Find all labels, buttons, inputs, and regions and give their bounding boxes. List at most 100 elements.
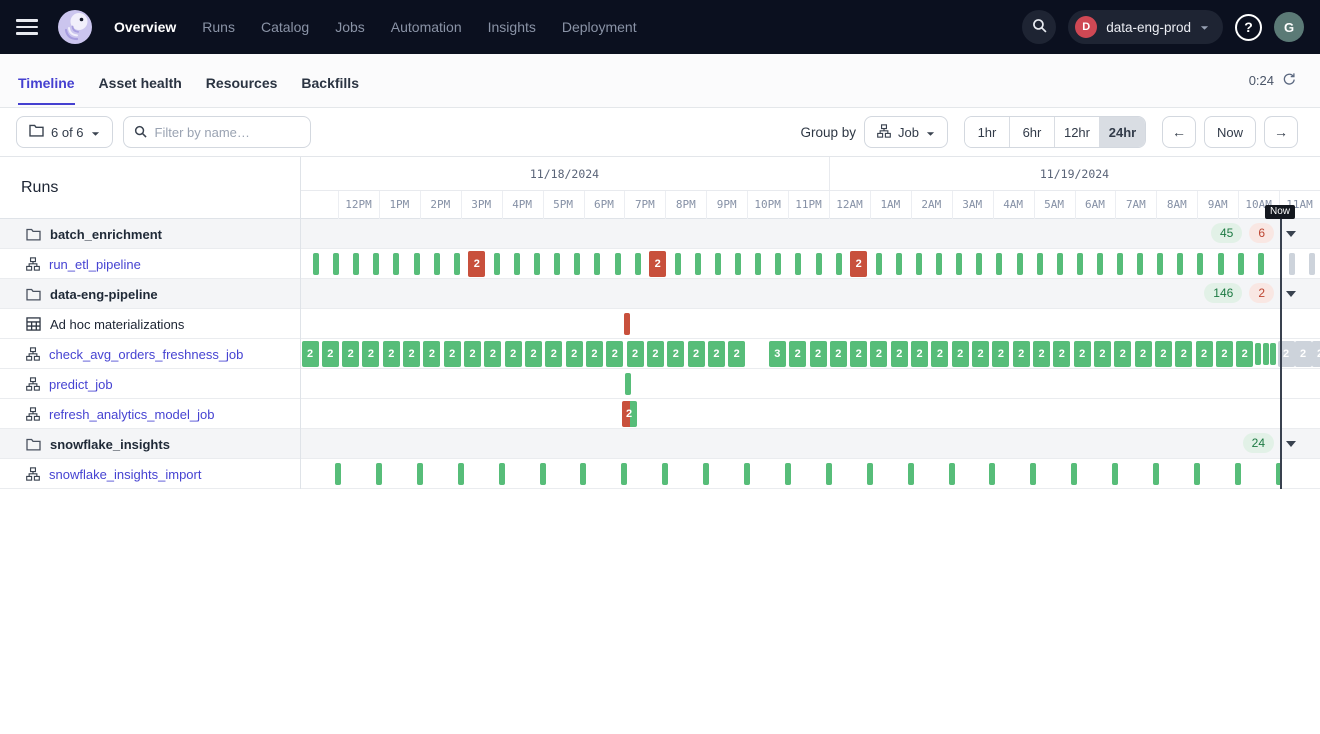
run-mark-success[interactable] bbox=[1137, 253, 1143, 275]
run-mark-success[interactable] bbox=[594, 253, 600, 275]
run-mark-mixed[interactable]: 2 bbox=[622, 401, 637, 427]
run-mark-success[interactable]: 2 bbox=[850, 341, 867, 367]
run-mark-failure[interactable] bbox=[624, 313, 630, 335]
run-mark-success[interactable] bbox=[458, 463, 464, 485]
run-mark-success[interactable]: 2 bbox=[992, 341, 1009, 367]
run-mark-success[interactable] bbox=[1077, 253, 1083, 275]
run-mark-success[interactable] bbox=[867, 463, 873, 485]
run-mark-success[interactable]: 3 bbox=[769, 341, 786, 367]
row-label-refresh_analytics_model_job[interactable]: refresh_analytics_model_job bbox=[49, 407, 214, 422]
run-mark-success[interactable] bbox=[785, 463, 791, 485]
run-mark-success[interactable] bbox=[836, 253, 842, 275]
row-label-data_eng_pipeline[interactable]: data-eng-pipeline bbox=[50, 287, 158, 302]
expand-caret-button[interactable] bbox=[1286, 441, 1296, 447]
run-mark-success[interactable] bbox=[908, 463, 914, 485]
run-mark-success[interactable] bbox=[1057, 253, 1063, 275]
nav-item-runs[interactable]: Runs bbox=[202, 19, 235, 35]
run-mark-success[interactable] bbox=[625, 373, 631, 395]
run-mark-success[interactable]: 2 bbox=[708, 341, 725, 367]
run-mark-success[interactable] bbox=[376, 463, 382, 485]
run-mark-success[interactable]: 2 bbox=[830, 341, 847, 367]
run-mark-success[interactable] bbox=[816, 253, 822, 275]
run-mark-success[interactable] bbox=[353, 253, 359, 275]
run-mark-success[interactable] bbox=[1270, 343, 1276, 365]
run-mark-success[interactable]: 2 bbox=[505, 341, 522, 367]
run-mark-success[interactable]: 2 bbox=[1135, 341, 1152, 367]
run-mark-success[interactable] bbox=[393, 253, 399, 275]
run-mark-success[interactable]: 2 bbox=[1013, 341, 1030, 367]
run-mark-success[interactable] bbox=[335, 463, 341, 485]
run-mark-success[interactable] bbox=[703, 463, 709, 485]
row-label-batch_enrichment[interactable]: batch_enrichment bbox=[50, 227, 162, 242]
run-mark-success[interactable]: 2 bbox=[972, 341, 989, 367]
run-mark-success[interactable] bbox=[313, 253, 319, 275]
run-mark-scheduled[interactable] bbox=[1289, 253, 1295, 275]
run-mark-success[interactable] bbox=[1235, 463, 1241, 485]
run-mark-success[interactable]: 2 bbox=[606, 341, 623, 367]
run-mark-success[interactable] bbox=[540, 463, 546, 485]
run-mark-scheduled[interactable] bbox=[1309, 253, 1315, 275]
run-mark-success[interactable] bbox=[675, 253, 681, 275]
run-mark-success[interactable]: 2 bbox=[952, 341, 969, 367]
run-mark-success[interactable] bbox=[662, 463, 668, 485]
run-mark-success[interactable] bbox=[795, 253, 801, 275]
run-mark-success[interactable] bbox=[580, 463, 586, 485]
run-mark-success[interactable]: 2 bbox=[322, 341, 339, 367]
run-mark-success[interactable] bbox=[1071, 463, 1077, 485]
run-mark-success[interactable]: 2 bbox=[1114, 341, 1131, 367]
run-mark-success[interactable] bbox=[1153, 463, 1159, 485]
run-mark-success[interactable]: 2 bbox=[444, 341, 461, 367]
nav-item-jobs[interactable]: Jobs bbox=[335, 19, 365, 35]
run-mark-success[interactable]: 2 bbox=[342, 341, 359, 367]
run-mark-success[interactable]: 2 bbox=[1074, 341, 1091, 367]
run-mark-success[interactable] bbox=[1263, 343, 1269, 365]
run-mark-success[interactable] bbox=[514, 253, 520, 275]
nav-item-deployment[interactable]: Deployment bbox=[562, 19, 637, 35]
run-mark-success[interactable]: 2 bbox=[891, 341, 908, 367]
run-mark-success[interactable] bbox=[615, 253, 621, 275]
run-mark-success[interactable] bbox=[936, 253, 942, 275]
search-button[interactable] bbox=[1022, 10, 1056, 44]
run-mark-success[interactable] bbox=[414, 253, 420, 275]
run-mark-success[interactable] bbox=[333, 253, 339, 275]
run-mark-success[interactable] bbox=[996, 253, 1002, 275]
help-button[interactable]: ? bbox=[1235, 14, 1262, 41]
run-mark-success[interactable] bbox=[989, 463, 995, 485]
run-mark-success[interactable]: 2 bbox=[484, 341, 501, 367]
range-button-1hr[interactable]: 1hr bbox=[965, 117, 1010, 147]
group-by-dropdown[interactable]: Job bbox=[864, 116, 948, 148]
row-label-predict_job[interactable]: predict_job bbox=[49, 377, 113, 392]
run-mark-success[interactable] bbox=[373, 253, 379, 275]
run-mark-success[interactable] bbox=[956, 253, 962, 275]
run-mark-success[interactable] bbox=[1258, 253, 1264, 275]
run-mark-scheduled[interactable]: 2 bbox=[1295, 341, 1312, 367]
run-mark-success[interactable]: 2 bbox=[870, 341, 887, 367]
previous-period-button[interactable]: ← bbox=[1162, 116, 1196, 148]
now-button[interactable]: Now bbox=[1204, 116, 1256, 148]
tab-backfills[interactable]: Backfills bbox=[301, 59, 359, 105]
run-mark-success[interactable] bbox=[1030, 463, 1036, 485]
row-label-run_etl_pipeline[interactable]: run_etl_pipeline bbox=[49, 257, 141, 272]
row-label-check_avg_orders_freshness_job[interactable]: check_avg_orders_freshness_job bbox=[49, 347, 243, 362]
run-mark-success[interactable]: 2 bbox=[403, 341, 420, 367]
run-mark-success[interactable]: 2 bbox=[810, 341, 827, 367]
expand-caret-button[interactable] bbox=[1286, 291, 1296, 297]
run-mark-success[interactable]: 2 bbox=[789, 341, 806, 367]
run-mark-success[interactable] bbox=[534, 253, 540, 275]
run-mark-success[interactable] bbox=[499, 463, 505, 485]
run-mark-success[interactable]: 2 bbox=[1196, 341, 1213, 367]
expand-caret-button[interactable] bbox=[1286, 231, 1296, 237]
run-mark-success[interactable] bbox=[1218, 253, 1224, 275]
row-label-snowflake_insights_import[interactable]: snowflake_insights_import bbox=[49, 467, 201, 482]
run-mark-success[interactable] bbox=[826, 463, 832, 485]
run-mark-success[interactable]: 2 bbox=[586, 341, 603, 367]
run-mark-success[interactable]: 2 bbox=[362, 341, 379, 367]
run-mark-success[interactable]: 2 bbox=[302, 341, 319, 367]
run-mark-success[interactable]: 2 bbox=[464, 341, 481, 367]
run-mark-success[interactable] bbox=[735, 253, 741, 275]
nav-item-catalog[interactable]: Catalog bbox=[261, 19, 309, 35]
run-mark-success[interactable]: 2 bbox=[383, 341, 400, 367]
run-mark-success[interactable]: 2 bbox=[1094, 341, 1111, 367]
run-mark-success[interactable] bbox=[1238, 253, 1244, 275]
run-mark-success[interactable] bbox=[554, 253, 560, 275]
